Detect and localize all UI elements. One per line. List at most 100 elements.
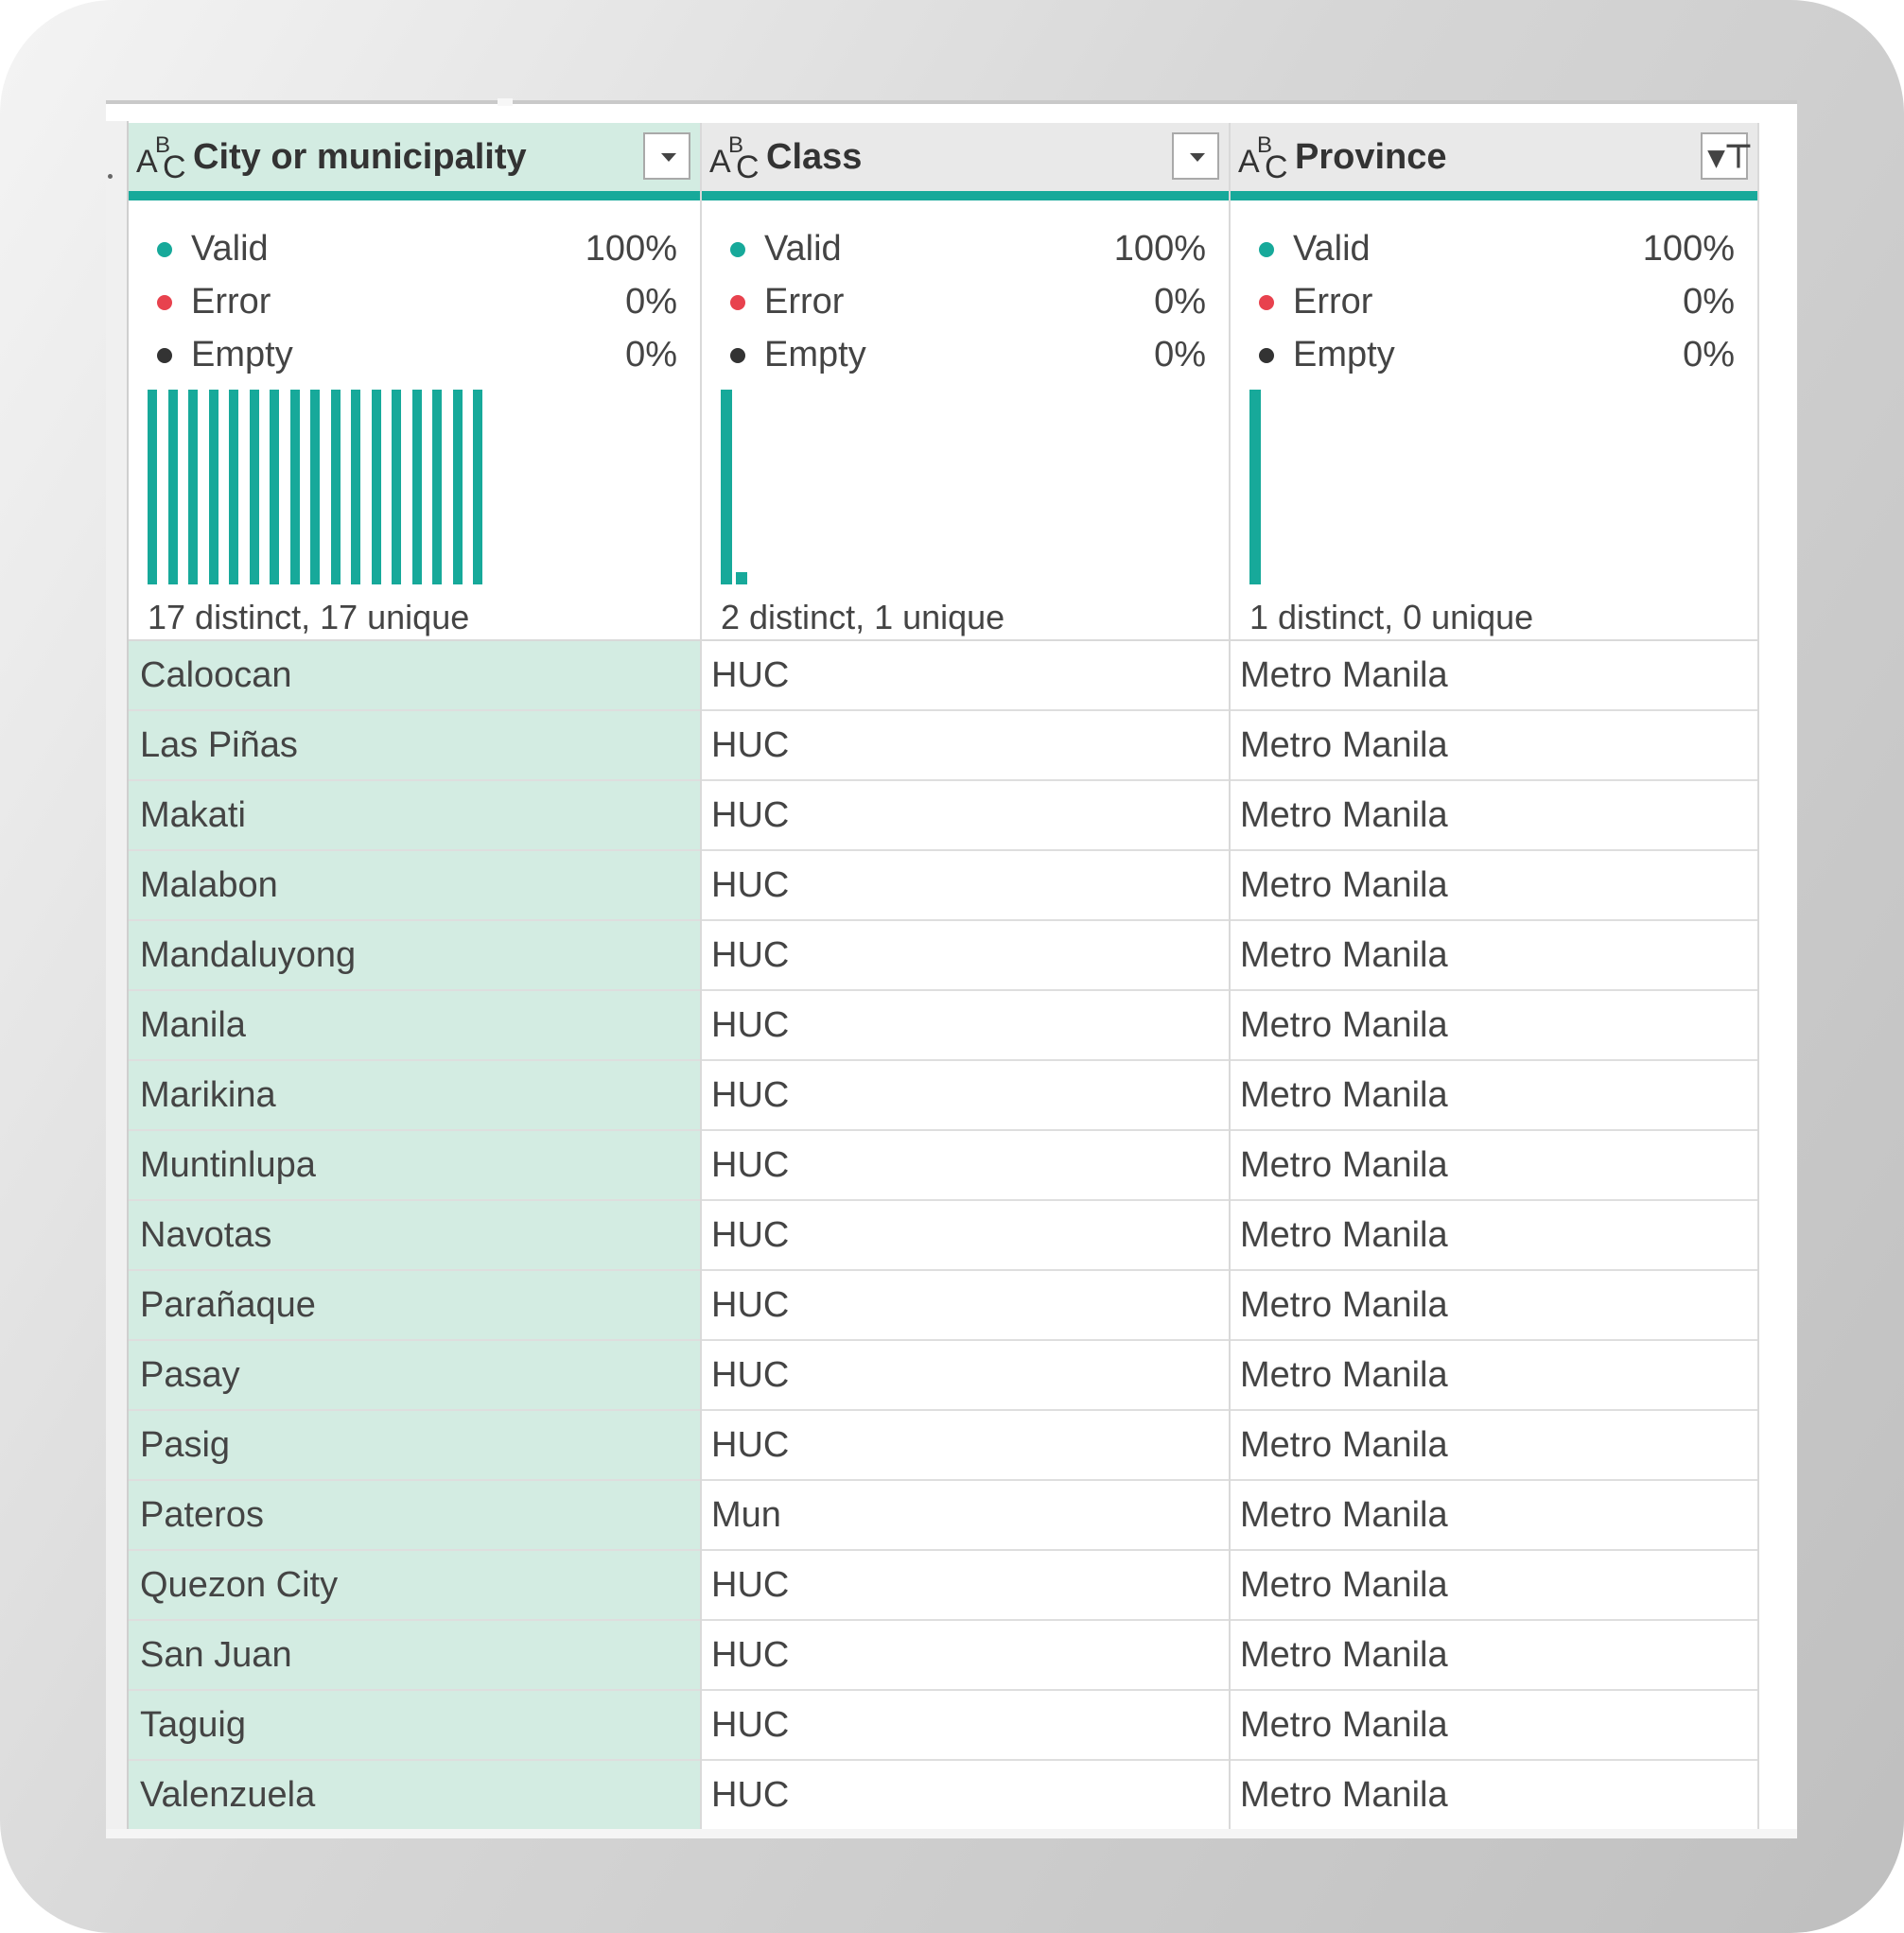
table-cell[interactable]: Mandaluyong (129, 921, 700, 991)
empty-percent: 0% (1683, 335, 1735, 374)
histogram-bar[interactable] (452, 390, 463, 584)
column-filter-button[interactable]: ▾⊤ (1701, 132, 1753, 180)
table-cell[interactable]: HUC (702, 1131, 1229, 1201)
histogram-bar[interactable] (310, 390, 320, 584)
table-cell[interactable]: Metro Manila (1231, 1061, 1757, 1131)
empty-percent: 0% (1154, 335, 1206, 374)
table-cell[interactable]: Pasay (129, 1341, 700, 1411)
table-cell[interactable]: HUC (702, 921, 1229, 991)
valid-label: Valid (1293, 229, 1371, 269)
valid-dot-icon (157, 242, 172, 257)
table-cell[interactable]: HUC (702, 1551, 1229, 1621)
histogram-bar[interactable] (371, 390, 381, 584)
table-cell[interactable]: Metro Manila (1231, 781, 1757, 851)
empty-label: Empty (764, 335, 866, 374)
table-cell[interactable]: Metro Manila (1231, 1691, 1757, 1761)
histogram-bar[interactable] (473, 390, 482, 584)
histogram-bar[interactable] (208, 390, 218, 584)
histogram-bar[interactable] (411, 390, 422, 584)
histogram-bar[interactable] (289, 390, 300, 584)
table-cell[interactable]: Makati (129, 781, 700, 851)
histogram-bar[interactable] (351, 390, 360, 584)
table-cell[interactable]: Metro Manila (1231, 1621, 1757, 1691)
table-cell[interactable]: Metro Manila (1231, 921, 1757, 991)
grid-bottom-edge (106, 1829, 1797, 1838)
table-cell[interactable]: Metro Manila (1231, 1341, 1757, 1411)
histogram-bar[interactable] (1249, 390, 1261, 584)
value-distribution-histogram[interactable] (148, 390, 639, 584)
table-cell[interactable]: Metro Manila (1231, 1411, 1757, 1481)
table-cell[interactable]: HUC (702, 711, 1229, 781)
abc-text-type-icon[interactable]: ABC (1234, 131, 1288, 185)
histogram-bar[interactable] (229, 390, 238, 584)
empty-label: Empty (1293, 335, 1395, 374)
table-cell[interactable]: Metro Manila (1231, 991, 1757, 1061)
table-cell[interactable]: San Juan (129, 1621, 700, 1691)
column-header[interactable]: ABC City or municipality (129, 123, 700, 200)
previous-column-stub[interactable] (106, 121, 129, 1833)
table-cell[interactable]: Metro Manila (1231, 1761, 1757, 1831)
abc-text-type-icon[interactable]: ABC (132, 131, 186, 185)
value-distribution-histogram[interactable] (721, 390, 1213, 584)
histogram-bar[interactable] (249, 390, 259, 584)
table-cell[interactable]: Navotas (129, 1201, 700, 1271)
table-cell[interactable]: Parañaque (129, 1271, 700, 1341)
table-cell[interactable]: HUC (702, 641, 1229, 711)
table-cell[interactable]: HUC (702, 781, 1229, 851)
value-distribution-histogram[interactable] (1249, 390, 1741, 584)
histogram-bar[interactable] (167, 390, 178, 584)
column-city-or-municipality[interactable]: ABC City or municipality Valid 100% Erro… (129, 123, 702, 1831)
empty-dot-icon (157, 348, 172, 363)
table-cell[interactable]: Pasig (129, 1411, 700, 1481)
table-cell[interactable]: HUC (702, 1691, 1229, 1761)
column-province[interactable]: ABC Province ▾⊤ Valid 100% Error 0% Empt… (1231, 123, 1759, 1831)
table-cell[interactable]: Metro Manila (1231, 1201, 1757, 1271)
empty-dot-icon (1259, 348, 1274, 363)
column-values: Metro Manila Metro Manila Metro Manila Metr… (1231, 641, 1757, 1831)
table-cell[interactable]: HUC (702, 991, 1229, 1061)
table-cell[interactable]: Caloocan (129, 641, 700, 711)
column-header[interactable]: ABC Province ▾⊤ (1231, 123, 1757, 200)
table-cell[interactable]: Metro Manila (1231, 1131, 1757, 1201)
column-dropdown-button[interactable] (643, 132, 690, 180)
histogram-bar[interactable] (188, 390, 198, 584)
table-cell[interactable]: Marikina (129, 1061, 700, 1131)
histogram-bar[interactable] (432, 390, 442, 584)
table-cell[interactable]: Mun (702, 1481, 1229, 1551)
table-cell[interactable]: HUC (702, 1271, 1229, 1341)
histogram-bar[interactable] (721, 390, 732, 584)
column-dropdown-button[interactable] (1172, 132, 1219, 180)
column-title: City or municipality (193, 136, 527, 177)
table-cell[interactable]: Valenzuela (129, 1761, 700, 1831)
table-cell[interactable]: Metro Manila (1231, 851, 1757, 921)
histogram-bar[interactable] (148, 390, 157, 584)
table-cell[interactable]: HUC (702, 1201, 1229, 1271)
table-cell[interactable]: Metro Manila (1231, 1481, 1757, 1551)
table-cell[interactable]: HUC (702, 1341, 1229, 1411)
table-cell[interactable]: Metro Manila (1231, 641, 1757, 711)
error-dot-icon (730, 295, 745, 310)
column-quality-profile: Valid 100% Error 0% Empty 0% 17 distinct… (129, 200, 700, 641)
histogram-bar[interactable] (392, 390, 401, 584)
table-cell[interactable]: Metro Manila (1231, 711, 1757, 781)
table-cell[interactable]: HUC (702, 1411, 1229, 1481)
column-class[interactable]: ABC Class Valid 100% Error 0% Empty 0% 2… (702, 123, 1231, 1831)
table-cell[interactable]: Muntinlupa (129, 1131, 700, 1201)
table-cell[interactable]: Las Piñas (129, 711, 700, 781)
histogram-bar[interactable] (330, 390, 341, 584)
table-cell[interactable]: HUC (702, 1061, 1229, 1131)
table-cell[interactable]: Metro Manila (1231, 1551, 1757, 1621)
table-cell[interactable]: Manila (129, 991, 700, 1061)
table-cell[interactable]: HUC (702, 1761, 1229, 1831)
table-cell[interactable]: Metro Manila (1231, 1271, 1757, 1341)
abc-text-type-icon[interactable]: ABC (706, 131, 760, 185)
column-header[interactable]: ABC Class (702, 123, 1229, 200)
histogram-bar[interactable] (736, 572, 747, 584)
histogram-bar[interactable] (270, 390, 279, 584)
table-cell[interactable]: Taguig (129, 1691, 700, 1761)
table-cell[interactable]: Pateros (129, 1481, 700, 1551)
table-cell[interactable]: HUC (702, 851, 1229, 921)
table-cell[interactable]: Quezon City (129, 1551, 700, 1621)
table-cell[interactable]: HUC (702, 1621, 1229, 1691)
table-cell[interactable]: Malabon (129, 851, 700, 921)
